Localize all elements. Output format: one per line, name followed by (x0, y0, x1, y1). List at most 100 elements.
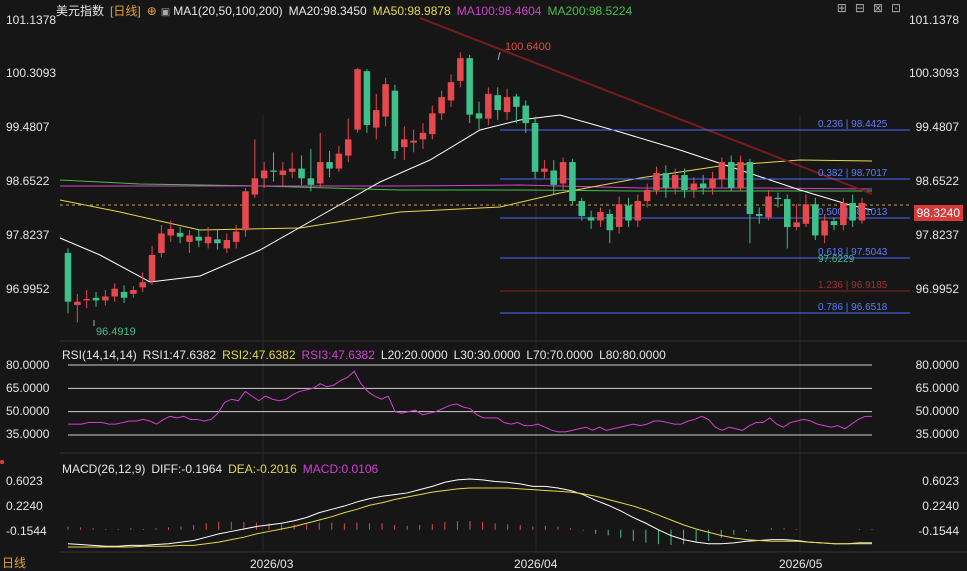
price-tick-right: 101.1378 (908, 13, 959, 27)
candle-body (326, 162, 333, 169)
symbol-title: 美元指数 (56, 4, 105, 18)
period-tag[interactable]: [日线] (110, 4, 141, 18)
rsi-tick-right: 65.0000 (915, 381, 959, 395)
candle-body (74, 301, 81, 305)
candle-body (419, 132, 427, 140)
candle-body (316, 162, 324, 184)
candle-body (279, 170, 287, 176)
price-tick-left: 100.3093 (6, 66, 57, 80)
candle-body (401, 139, 408, 148)
candle-body (176, 232, 184, 237)
grid-icon[interactable]: ⊞ (837, 1, 855, 15)
candle-body (410, 140, 417, 143)
candle-body (139, 282, 146, 288)
candle-body (569, 162, 576, 202)
candle-body (111, 288, 118, 297)
candle-body (307, 178, 315, 185)
macd-value-label: MACD:0.0106 (302, 462, 379, 476)
candle-body (158, 233, 165, 253)
candle-body (709, 178, 716, 189)
window-controls[interactable]: ⊞⊟⊠⊡ (837, 1, 909, 15)
candle-body (531, 123, 539, 172)
candle-body (475, 113, 483, 119)
settings-icon[interactable]: ▣ (161, 7, 170, 18)
close-icon[interactable]: ⊠ (873, 1, 891, 15)
candle-body (242, 191, 249, 231)
rsi-tick-left: 80.0000 (6, 358, 50, 372)
ma100-label: MA100:98.4604 (456, 4, 542, 18)
fib-label: 0.236 | 98.4425 (818, 119, 888, 130)
candle-body (755, 214, 763, 216)
price-tick-right: 96.9952 (915, 282, 959, 296)
price-tick-right: 98.6522 (915, 174, 959, 188)
candle-body (344, 139, 352, 156)
diff-line (67, 478, 872, 547)
candle-body (382, 84, 389, 117)
candle-body (597, 212, 604, 221)
candle-body (634, 201, 642, 221)
candle-body (494, 95, 501, 111)
high-annotation: 100.6400 (505, 41, 551, 53)
candle-body (578, 201, 586, 216)
minimize-icon[interactable]: ⊟ (855, 1, 873, 15)
candle-body (130, 289, 137, 294)
price-tick-right: 99.4807 (915, 120, 959, 134)
period-button[interactable]: 日线 (2, 554, 26, 571)
macd-tick-right: -0.1544 (918, 524, 959, 538)
dea-label: DEA:-0.2016 (228, 462, 297, 476)
candle-body (120, 291, 128, 298)
price-tick-left: 101.1378 (6, 13, 57, 27)
candle-body (251, 178, 259, 195)
diff-label: DIFF:-0.1964 (151, 462, 223, 476)
candle-body (223, 239, 231, 249)
indicator-dot (0, 460, 4, 464)
candle-body (466, 58, 473, 115)
rsi-tick-right: 35.0000 (915, 427, 959, 441)
ma1-label: MA1(20,50,100,200) (173, 4, 283, 18)
plus-icon[interactable]: ⊕ (147, 4, 157, 18)
price-tick-right: 97.8237 (915, 228, 959, 242)
candle-body (335, 153, 343, 169)
time-tick: 2026/05 (779, 557, 823, 571)
candle-body (671, 175, 679, 189)
rsi-tick-right: 80.0000 (915, 358, 959, 372)
candle-body (784, 199, 791, 227)
stock-chart[interactable]: 0.236 | 98.44250.382 | 98.70170.500 | 98… (0, 0, 967, 571)
candle-body (765, 196, 772, 218)
candle-body (849, 202, 856, 221)
rsi-tick-left: 35.0000 (6, 427, 50, 441)
fib-label: 1.236 | 96.9185 (818, 280, 888, 291)
rsi-line (68, 370, 872, 433)
rsi3-label: RSI3:47.6382 (301, 348, 375, 362)
candle-body (653, 173, 660, 190)
candle-body (447, 82, 455, 101)
candle-body (270, 170, 277, 172)
rsi2-label: RSI2:47.6382 (222, 348, 296, 362)
macd-header: MACD(26,12,9) DIFF:-0.1964 DEA:-0.2016 MACD… (62, 462, 384, 476)
macd-tick-left: 0.6023 (6, 474, 43, 488)
price-tick-left: 96.9952 (6, 282, 50, 296)
macd-tick-left: 0.2240 (6, 499, 43, 513)
candle-body (148, 254, 156, 281)
restore-icon[interactable]: ⊡ (891, 1, 909, 15)
candle-body (559, 162, 567, 184)
candle-body (503, 97, 511, 113)
candle-body (102, 296, 109, 301)
candle-body (662, 173, 670, 189)
rsi-tick-left: 65.0000 (6, 381, 50, 395)
candle-body (64, 252, 72, 302)
candle-body (186, 235, 193, 242)
candle-body (214, 239, 221, 244)
candle-body (840, 202, 847, 226)
l30-label: L30:30.0000 (453, 348, 521, 362)
rsi-tick-right: 50.0000 (915, 404, 959, 418)
dea-line (68, 487, 872, 548)
rsi-header: RSI(14,14,14) RSI1:47.6382 RSI2:47.6382 RSI… (62, 348, 672, 362)
candle-body (802, 204, 810, 224)
price-tick-left: 98.6522 (6, 174, 50, 188)
rsi1-label: RSI1:47.6382 (142, 348, 217, 362)
candle-body (587, 217, 595, 221)
candle-body (718, 162, 726, 180)
ma200-label: MA200:98.5224 (547, 4, 633, 18)
candle-body (522, 105, 529, 124)
